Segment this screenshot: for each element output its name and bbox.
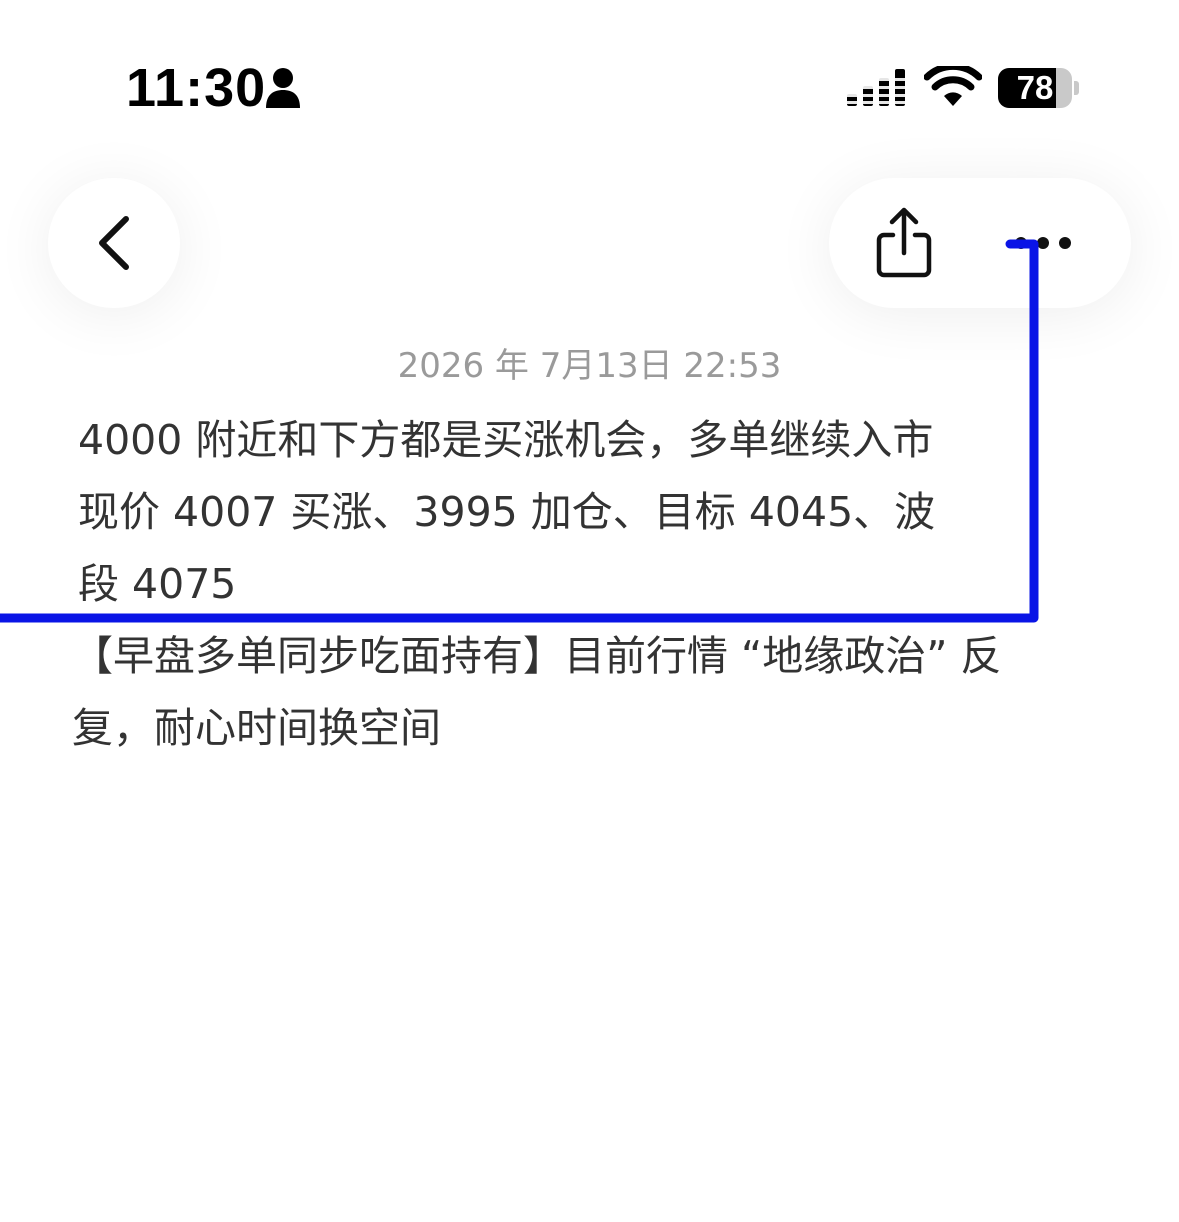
note-paragraph: 4000 附近和下方都是买涨机会，多单继续入市 现价 4007 买涨、3995 …	[78, 416, 936, 608]
signal-icon	[847, 69, 905, 106]
share-button[interactable]	[859, 198, 949, 288]
battery-cap	[1074, 81, 1079, 95]
share-icon	[876, 207, 932, 278]
wifi-icon	[924, 66, 982, 106]
note-date: 2026 年 7月13日 22:53	[397, 346, 782, 386]
more-button[interactable]	[1001, 208, 1101, 278]
battery-icon: 78	[998, 68, 1080, 108]
person-icon	[266, 68, 300, 108]
chevron-left-icon	[99, 216, 129, 270]
back-button[interactable]	[48, 178, 180, 308]
note-body[interactable]: 4000 附近和下方都是买涨机会，多单继续入市 现价 4007 买涨、3995 …	[72, 404, 1058, 764]
status-time: 11:30	[126, 58, 267, 118]
battery-body: 78	[998, 68, 1072, 108]
note-screen: 11:30 78 2026 年 7月13日 22:53 4000 附近和下方都是…	[0, 0, 1179, 1222]
battery-level: 78	[1016, 69, 1054, 106]
note-actions-pill	[829, 178, 1131, 308]
ellipsis-icon	[1015, 237, 1071, 249]
note-paragraph: 【早盘多单同步吃面持有】目前行情 “地缘政治” 反 复，耐心时间换空间	[72, 632, 1002, 752]
